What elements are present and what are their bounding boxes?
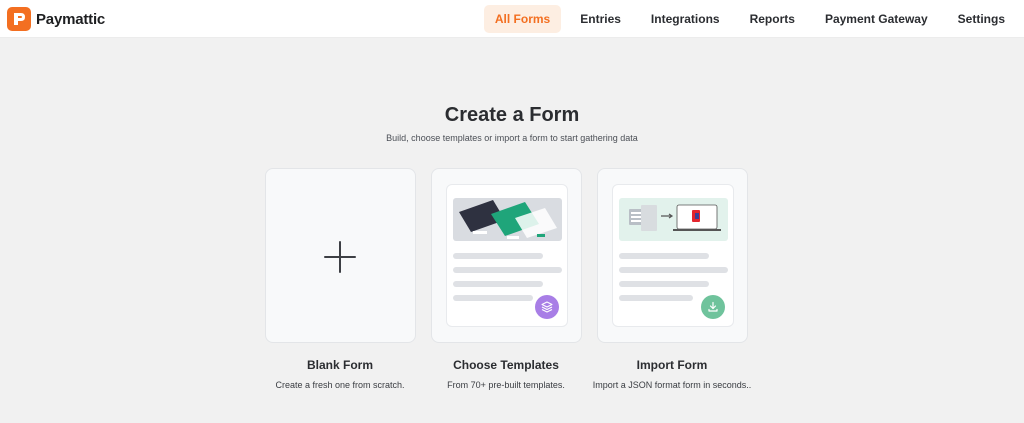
- main-nav: All Forms Entries Integrations Reports P…: [476, 5, 1016, 33]
- placeholder-line: [453, 281, 543, 287]
- choose-templates-description: From 70+ pre-built templates.: [447, 380, 565, 390]
- paymattic-logo-icon: [7, 7, 31, 31]
- nav-reports[interactable]: Reports: [739, 5, 806, 33]
- templates-illustration: [453, 198, 562, 241]
- layers-icon: [535, 295, 559, 319]
- placeholder-line: [619, 267, 728, 273]
- brand[interactable]: Paymattic: [7, 6, 105, 32]
- nav-settings[interactable]: Settings: [947, 5, 1016, 33]
- choose-templates-card[interactable]: [431, 168, 582, 343]
- page-subtitle: Build, choose templates or import a form…: [386, 133, 638, 143]
- blank-form-description: Create a fresh one from scratch.: [275, 380, 405, 390]
- placeholder-line: [453, 267, 562, 273]
- import-form-description: Import a JSON format form in seconds..: [592, 380, 752, 390]
- placeholder-line: [453, 253, 543, 259]
- top-navigation-bar: Paymattic All Forms Entries Integrations…: [0, 0, 1024, 38]
- blank-form-title[interactable]: Blank Form: [250, 358, 430, 372]
- nav-entries[interactable]: Entries: [569, 5, 632, 33]
- import-form-title[interactable]: Import Form: [582, 358, 762, 372]
- placeholder-line: [453, 295, 533, 301]
- choose-templates-title[interactable]: Choose Templates: [416, 358, 596, 372]
- plus-icon: [324, 241, 356, 273]
- download-icon: [701, 295, 725, 319]
- nav-payment-gateway[interactable]: Payment Gateway: [814, 5, 939, 33]
- placeholder-line: [619, 281, 709, 287]
- placeholder-line: [619, 253, 709, 259]
- import-illustration: [619, 198, 728, 241]
- placeholder-line: [619, 295, 693, 301]
- nav-all-forms[interactable]: All Forms: [483, 5, 562, 33]
- brand-name: Paymattic: [36, 10, 106, 28]
- blank-form-card[interactable]: [265, 168, 416, 343]
- nav-integrations[interactable]: Integrations: [640, 5, 731, 33]
- page-title: Create a Form: [444, 104, 580, 126]
- import-form-card[interactable]: [597, 168, 748, 343]
